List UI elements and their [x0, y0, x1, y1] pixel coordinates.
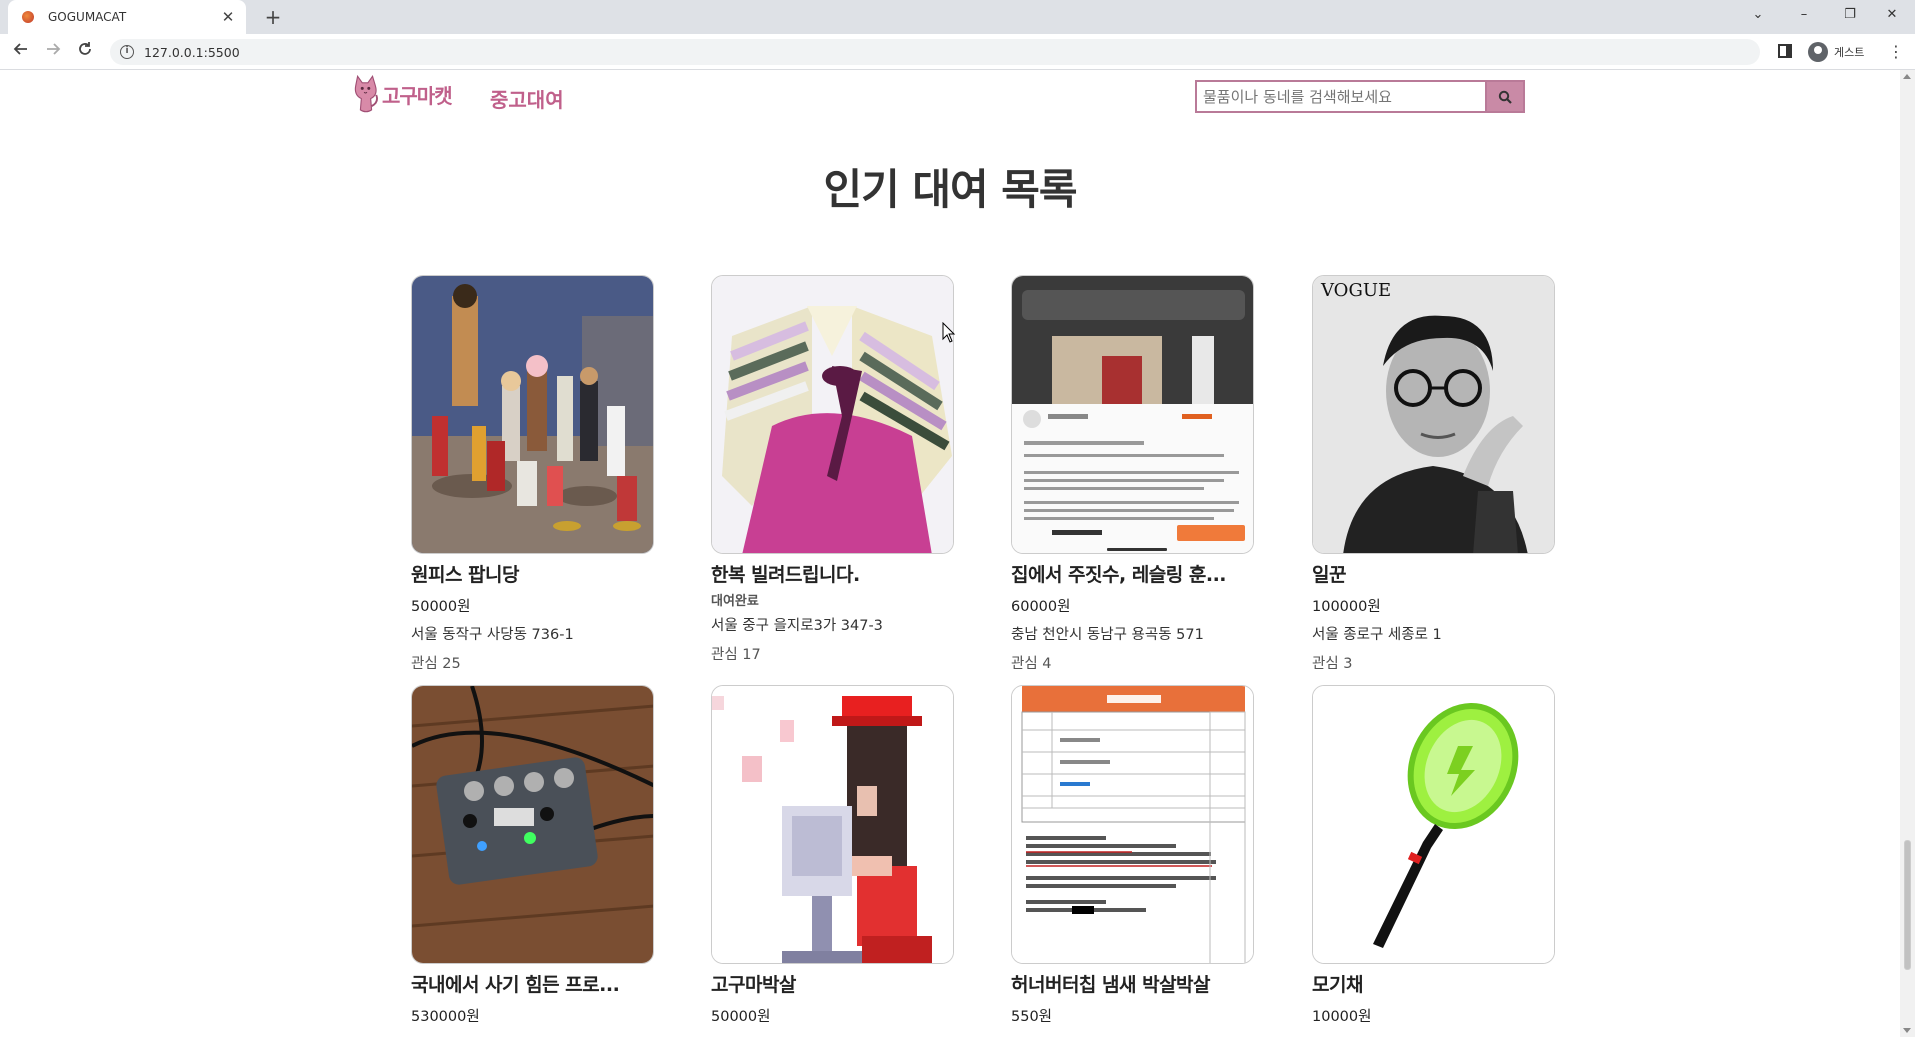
item-price: 10000원: [1312, 1009, 1372, 1025]
browser-menu-icon[interactable]: ⋮: [1888, 40, 1904, 64]
tab-search-chevron-icon[interactable]: ⌄: [1735, 0, 1781, 30]
item-price: 100000원: [1312, 599, 1381, 615]
item-price: 550원: [1011, 1009, 1053, 1025]
page-viewport: 고구마캣 중고대여 인기 대여 목록: [0, 70, 1900, 1037]
item-image-pixel-art[interactable]: [711, 685, 954, 964]
browser-toolbar: i 127.0.0.1:5500 게스트 ⋮: [0, 34, 1915, 70]
site-logo[interactable]: 고구마캣: [352, 72, 453, 116]
site-header: 고구마캣 중고대여: [352, 72, 1552, 122]
reload-icon[interactable]: [73, 40, 97, 64]
mouse-cursor-icon: [942, 322, 956, 343]
item-name[interactable]: 한복 빌려드립니다.: [711, 560, 954, 587]
svg-text:VOGUE: VOGUE: [1320, 280, 1391, 301]
logo-text: 고구마캣: [382, 83, 453, 108]
tab-strip: GOGUMACAT ✕ + ⌄ – ❐ ✕: [0, 0, 1915, 34]
item-name[interactable]: 허너버터칩 냄새 박살박살: [1011, 970, 1254, 997]
info-icon[interactable]: i: [120, 45, 134, 59]
new-tab-plus-icon[interactable]: +: [260, 4, 286, 30]
profile-button[interactable]: 게스트: [1804, 39, 1874, 65]
window-close-icon[interactable]: ✕: [1869, 0, 1915, 30]
browser-tab[interactable]: GOGUMACAT ✕: [8, 0, 246, 34]
item-price: 50000원: [711, 1009, 771, 1025]
item-image-pedal[interactable]: [411, 685, 654, 964]
item-address: 충남 천안시 동남구 용곡동 571: [1011, 627, 1204, 643]
profile-avatar-icon: [1808, 42, 1828, 62]
item-name[interactable]: 일꾼: [1312, 560, 1555, 587]
item-name[interactable]: 국내에서 사기 힘든 프로...: [411, 970, 654, 997]
item-status-badge: 대여완료: [711, 594, 759, 609]
back-arrow-icon[interactable]: [9, 40, 33, 64]
cat-logo-icon: [354, 74, 378, 113]
item-image-figures[interactable]: [411, 275, 654, 554]
search-icon: [1498, 90, 1512, 104]
item-address: 서울 중구 을지로3가 347-3: [711, 618, 883, 634]
item-card[interactable]: 허너버터칩 냄새 박살박살 550원: [1011, 685, 1254, 1026]
item-name[interactable]: 고구마박살: [711, 970, 954, 997]
search-input[interactable]: [1195, 80, 1486, 113]
close-tab-icon[interactable]: ✕: [220, 8, 236, 26]
page-title: 인기 대여 목록: [823, 165, 1077, 214]
item-image-zapper[interactable]: [1312, 685, 1555, 964]
minimize-icon[interactable]: –: [1781, 0, 1827, 30]
favicon-icon: [22, 11, 34, 23]
search-bar: [1195, 80, 1525, 113]
scroll-up-arrow-icon[interactable]: [1903, 74, 1911, 79]
item-image-hanbok[interactable]: [711, 275, 954, 554]
item-price: 50000원: [411, 599, 471, 615]
url-text: 127.0.0.1:5500: [144, 44, 240, 60]
item-address: 서울 동작구 사당동 736-1: [411, 627, 574, 643]
item-likes: 관심 3: [1312, 656, 1353, 672]
item-address: 서울 종로구 세종로 1: [1312, 627, 1442, 643]
item-likes: 관심 25: [411, 656, 461, 672]
page-scrollbar[interactable]: [1900, 70, 1915, 1037]
item-price: 60000원: [1011, 599, 1071, 615]
address-bar[interactable]: i 127.0.0.1:5500: [110, 39, 1760, 65]
side-panel-icon[interactable]: [1778, 44, 1792, 58]
tab-title: GOGUMACAT: [48, 10, 127, 24]
item-likes: 관심 17: [711, 647, 761, 663]
item-likes: 관심 4: [1011, 656, 1052, 672]
search-button[interactable]: [1485, 80, 1525, 113]
item-name[interactable]: 모기채: [1312, 970, 1555, 997]
item-name[interactable]: 원피스 팝니당: [411, 560, 654, 587]
profile-label: 게스트: [1834, 46, 1865, 59]
nav-used-rental-link[interactable]: 중고대여: [490, 84, 564, 113]
item-image-portrait[interactable]: VOGUE: [1312, 275, 1555, 554]
scroll-down-arrow-icon[interactable]: [1903, 1028, 1911, 1033]
item-card[interactable]: 집에서 주짓수, 레슬링 훈... 60000원 충남 천안시 동남구 용곡동 …: [1011, 275, 1254, 673]
item-card[interactable]: 고구마박살 50000원: [711, 685, 954, 1026]
item-card[interactable]: 원피스 팝니당 50000원 서울 동작구 사당동 736-1 관심 25: [411, 275, 654, 673]
item-price: 530000원: [411, 1009, 480, 1025]
scrollbar-thumb[interactable]: [1904, 840, 1911, 970]
restore-icon[interactable]: ❐: [1827, 0, 1873, 30]
item-image-listing[interactable]: [1011, 685, 1254, 964]
item-card[interactable]: 모기채 10000원: [1312, 685, 1555, 1026]
forward-arrow-icon[interactable]: [41, 40, 65, 64]
item-card[interactable]: 국내에서 사기 힘든 프로... 530000원: [411, 685, 654, 1026]
item-card[interactable]: VOGUE 일꾼 100000원 서울 종로구 세종로 1 관심 3: [1312, 275, 1555, 673]
item-card[interactable]: 한복 빌려드립니다. 대여완료 서울 중구 을지로3가 347-3 관심 17: [711, 275, 954, 664]
item-name[interactable]: 집에서 주짓수, 레슬링 훈...: [1011, 560, 1254, 587]
item-image-app-screenshot[interactable]: [1011, 275, 1254, 554]
